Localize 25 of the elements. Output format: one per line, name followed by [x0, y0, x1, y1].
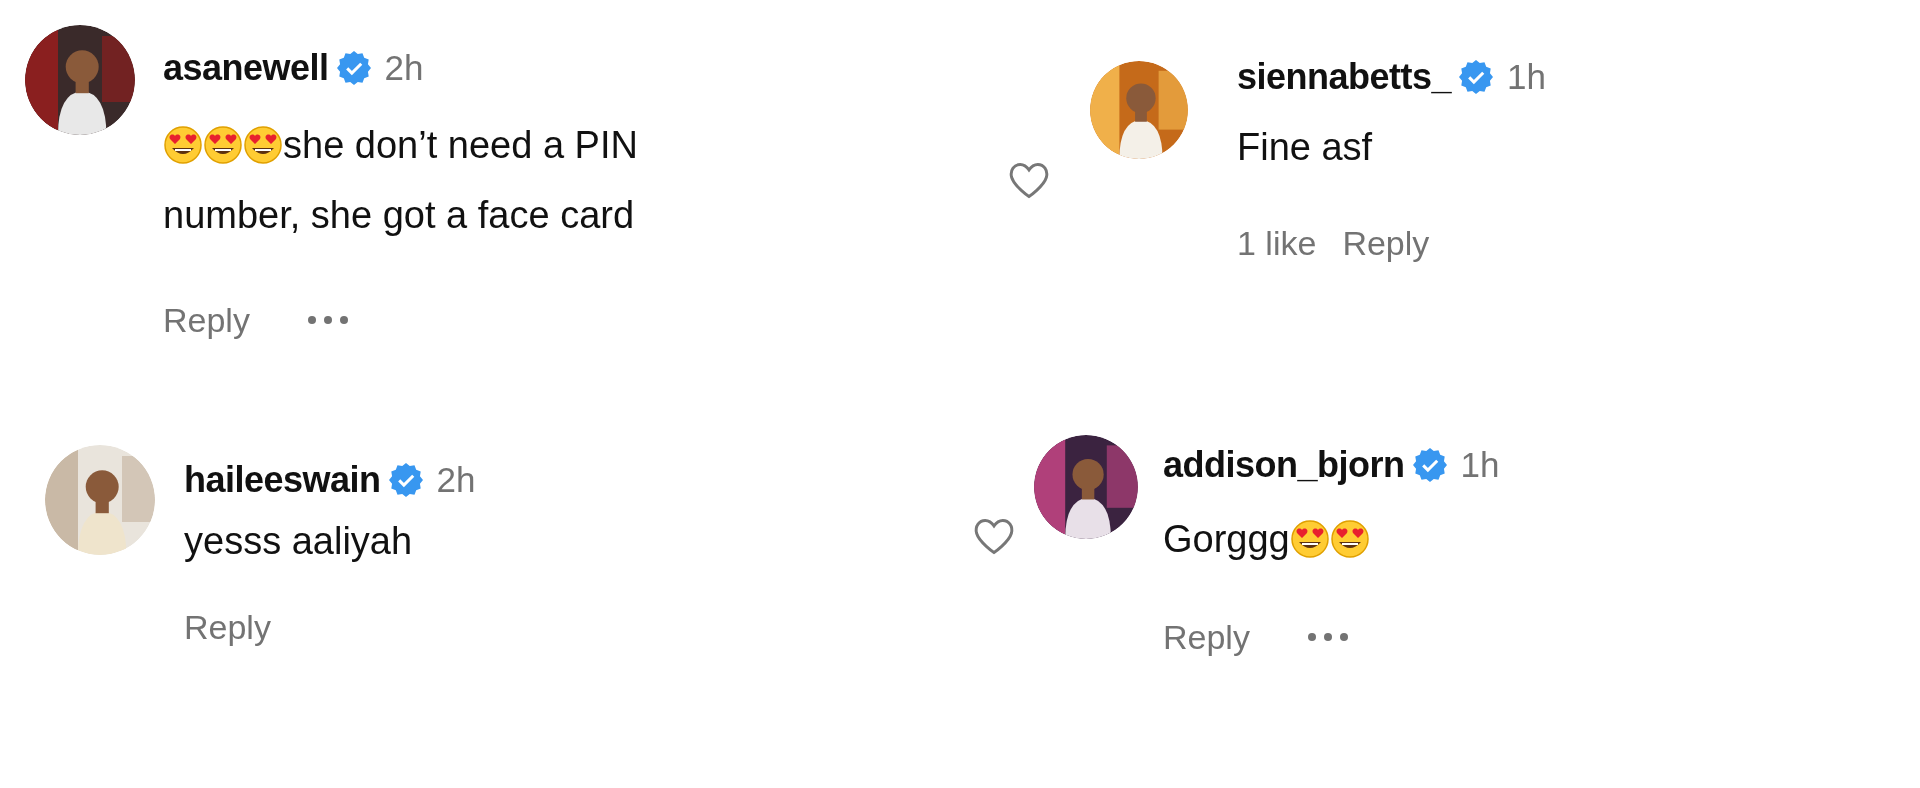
username[interactable]: addison_bjorn: [1163, 444, 1405, 486]
comment-text: Fine asf: [1237, 125, 1373, 170]
heart-eyes-emoji-icon: [243, 125, 283, 165]
reply-button[interactable]: Reply: [1342, 223, 1430, 263]
timestamp: 2h: [436, 460, 476, 500]
username[interactable]: haileeswain: [184, 459, 381, 501]
username[interactable]: siennabetts_: [1237, 56, 1452, 98]
reply-button[interactable]: Reply: [1163, 617, 1250, 657]
heart-eyes-emoji-icon: [1329, 519, 1370, 559]
heart-eyes-emoji-icon: [203, 125, 243, 165]
reply-button[interactable]: Reply: [163, 300, 250, 340]
comment-text: she don’t need a PIN: [283, 123, 638, 168]
username[interactable]: asanewell: [163, 47, 329, 89]
like-count[interactable]: 1 like: [1237, 223, 1317, 263]
comment-text: number, she got a face card: [163, 193, 635, 238]
heart-eyes-emoji-icon: [163, 125, 203, 165]
comment-text: Gorggg: [1163, 517, 1290, 562]
more-options-icon[interactable]: [305, 314, 350, 326]
timestamp: 2h: [384, 48, 424, 88]
comment-text: yesss aaliyah: [184, 519, 413, 564]
timestamp: 1h: [1507, 57, 1546, 97]
heart-eyes-emoji-icon: [1289, 519, 1330, 559]
more-options-icon[interactable]: [1305, 631, 1350, 643]
reply-button[interactable]: Reply: [184, 607, 271, 647]
timestamp: 1h: [1460, 445, 1500, 485]
